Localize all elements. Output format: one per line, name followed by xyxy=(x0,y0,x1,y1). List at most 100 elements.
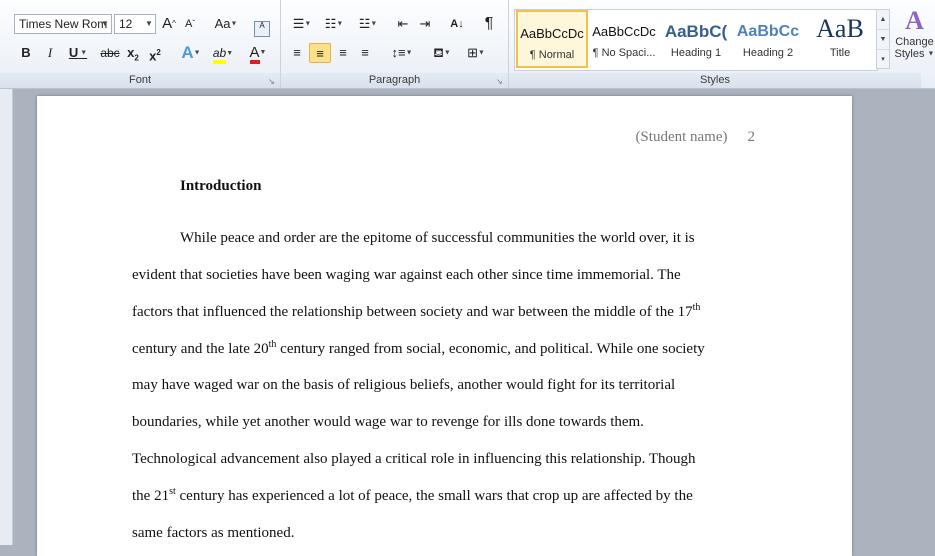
bullets-icon: ☰ xyxy=(292,16,305,31)
styles-gallery-scroll[interactable]: ▲ ▼ ▾ xyxy=(876,9,890,69)
superscript-button[interactable]: x2 xyxy=(146,43,164,63)
style-preview: AaBbC( xyxy=(664,22,728,41)
center-button[interactable]: ≡ xyxy=(309,43,331,63)
font-color-button[interactable]: A▼ xyxy=(244,43,272,64)
bold-icon: B xyxy=(21,45,31,60)
shading-button[interactable]: ⛾▼ xyxy=(427,43,457,63)
decrease-indent-icon: ⇤ xyxy=(397,16,409,31)
paragraph-group: ☰▼ ☷▼ ☳▼ ⇤ ⇥ A↓ ¶ ≡ ≡ ≡ ≡ ↕≡▼ ⛾▼ ⊞▼ Para… xyxy=(281,0,509,88)
bold-button[interactable]: B xyxy=(16,43,36,63)
justify-button[interactable]: ≡ xyxy=(355,43,375,63)
paragraph-group-label: Paragraph xyxy=(281,73,508,88)
align-left-button[interactable]: ≡ xyxy=(287,43,307,63)
shading-icon: ⛾ xyxy=(433,45,444,60)
clear-formatting-icon: A xyxy=(254,21,270,37)
chevron-down-icon[interactable]: ▼ xyxy=(99,15,111,33)
gallery-down-icon[interactable]: ▼ xyxy=(877,30,889,50)
paragraph-line: same factors as mentioned. xyxy=(132,525,295,541)
borders-icon: ⊞ xyxy=(467,45,478,60)
change-case-button[interactable]: Aa▼ xyxy=(212,14,240,34)
superscript-mark: 2 xyxy=(156,48,161,57)
sort-icon: A↓ xyxy=(450,18,464,30)
bullets-button[interactable]: ☰▼ xyxy=(287,14,317,34)
underline-button[interactable]: U ▼ xyxy=(64,43,92,63)
paragraph-line: factors that influenced the relationship… xyxy=(132,302,701,320)
align-right-button[interactable]: ≡ xyxy=(333,43,353,63)
increase-indent-icon: ⇥ xyxy=(419,16,431,31)
style-preview: AaB xyxy=(816,14,864,43)
paragraph-line: Technological advancement also played a … xyxy=(132,451,696,467)
document-page[interactable]: (Student name) 2 Introduction While peace… xyxy=(37,96,852,556)
paragraph-line: boundaries, while yet another would wage… xyxy=(132,414,644,430)
paragraph-line: may have waged war on the basis of relig… xyxy=(132,377,676,393)
font-dialog-launcher-icon[interactable]: ↘ xyxy=(268,78,276,86)
style-normal[interactable]: AaBbCcDc ¶ Normal xyxy=(516,10,588,68)
font-name-combo[interactable]: Times New Rom ▼ xyxy=(14,14,112,34)
paragraph-line: While peace and order are the epitome of… xyxy=(180,230,695,246)
style-name: ¶ No Spaci... xyxy=(592,47,656,59)
italic-icon: I xyxy=(47,45,53,60)
paragraph-line: century and the late 20th century ranged… xyxy=(132,339,705,357)
style-preview: AaBbCcDc xyxy=(520,26,584,41)
font-group-label: Font xyxy=(0,73,280,88)
style-name: Title xyxy=(829,47,851,59)
ribbon-home: Times New Rom ▼ 12 ▼ A^ Aˇ Aa▼ A B I U ▼… xyxy=(0,0,935,89)
change-case-icon: Aa xyxy=(214,16,231,31)
justify-icon: ≡ xyxy=(361,45,369,60)
decrease-indent-button[interactable]: ⇤ xyxy=(393,14,413,34)
change-styles-icon: A xyxy=(905,6,924,35)
numbering-button[interactable]: ☷▼ xyxy=(319,14,349,34)
multilevel-list-icon: ☳ xyxy=(358,16,371,31)
style-heading-2[interactable]: AaBbCc Heading 2 xyxy=(732,10,804,68)
change-styles-label2: Styles ▼ xyxy=(894,48,935,60)
change-styles-button[interactable]: A Change Styles ▼ xyxy=(894,6,935,72)
grow-font-button[interactable]: A^ xyxy=(160,14,178,34)
line-spacing-button[interactable]: ↕≡▼ xyxy=(387,43,417,63)
font-group: Times New Rom ▼ 12 ▼ A^ Aˇ Aa▼ A B I U ▼… xyxy=(0,0,281,88)
increase-indent-button[interactable]: ⇥ xyxy=(415,14,435,34)
shrink-font-button[interactable]: Aˇ xyxy=(181,14,199,34)
font-color-icon: A xyxy=(249,45,260,64)
borders-button[interactable]: ⊞▼ xyxy=(461,43,491,63)
style-name: Heading 1 xyxy=(670,47,722,59)
chevron-down-icon[interactable]: ▼ xyxy=(143,15,155,33)
style-no-spacing[interactable]: AaBbCcDc ¶ No Spaci... xyxy=(588,10,660,68)
grow-font-icon: A xyxy=(162,15,173,32)
subscript-button[interactable]: x2 xyxy=(124,43,142,63)
paragraph-dialog-launcher-icon[interactable]: ↘ xyxy=(496,78,504,86)
align-center-icon: ≡ xyxy=(316,46,324,61)
multilevel-list-button[interactable]: ☳▼ xyxy=(353,14,383,34)
font-size-combo[interactable]: 12 ▼ xyxy=(114,14,156,34)
gallery-up-icon[interactable]: ▲ xyxy=(877,10,889,30)
highlight-icon: ab xyxy=(212,46,227,64)
align-left-icon: ≡ xyxy=(293,45,301,60)
paragraph-line: evident that societies have been waging … xyxy=(132,267,681,283)
line-spacing-icon: ↕≡ xyxy=(391,45,406,60)
paragraph-line: the 21st century has experienced a lot o… xyxy=(132,486,693,504)
header-page-number: 2 xyxy=(747,129,756,145)
text-effects-button[interactable]: A▼ xyxy=(178,43,204,63)
clear-formatting-button[interactable]: A xyxy=(252,14,272,37)
document-heading: Introduction xyxy=(180,178,262,194)
page-header: (Student name) 2 xyxy=(635,129,755,146)
style-title[interactable]: AaB Title xyxy=(804,10,876,68)
italic-button[interactable]: I xyxy=(40,43,60,63)
align-right-icon: ≡ xyxy=(339,45,347,60)
style-preview: AaBbCc xyxy=(736,23,800,40)
text-effects-icon: A xyxy=(181,43,194,62)
sort-button[interactable]: A↓ xyxy=(447,14,467,34)
style-name: Heading 2 xyxy=(742,47,794,59)
strikethrough-button[interactable]: abc xyxy=(98,43,122,63)
strikethrough-icon: abc xyxy=(100,46,120,60)
highlight-color-button[interactable]: ab▼ xyxy=(208,43,238,64)
style-name: ¶ Normal xyxy=(529,49,575,61)
pilcrow-icon: ¶ xyxy=(484,15,494,32)
vertical-ruler xyxy=(0,89,13,545)
font-name-value: Times New Rom xyxy=(19,17,108,31)
font-size-value: 12 xyxy=(119,17,133,31)
style-heading-1[interactable]: AaBbC( Heading 1 xyxy=(660,10,732,68)
change-styles-label: Change xyxy=(895,36,934,48)
subscript-mark: 2 xyxy=(134,53,139,63)
gallery-more-icon[interactable]: ▾ xyxy=(877,50,889,69)
show-formatting-marks-button[interactable]: ¶ xyxy=(479,14,499,34)
